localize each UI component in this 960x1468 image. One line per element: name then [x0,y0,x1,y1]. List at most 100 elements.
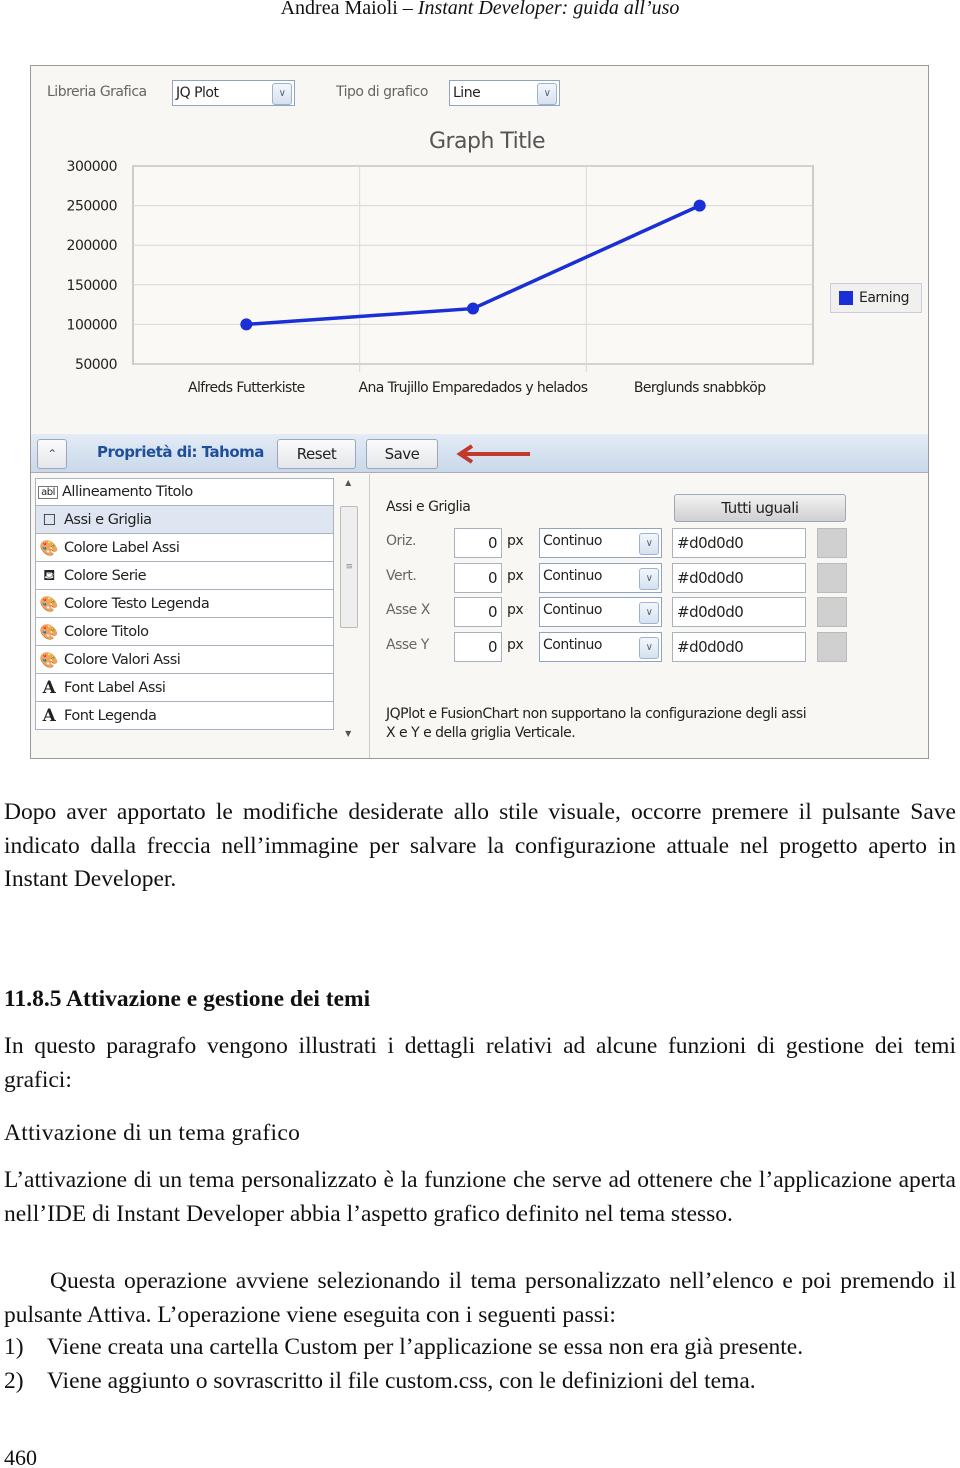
chevron-down-icon[interactable]: ∨ [639,533,659,555]
color-input[interactable]: #d0d0d0 [672,562,806,593]
section-heading: 11.8.5 Attivazione e gestione dei temi [4,986,371,1012]
property-list-item[interactable]: 🎨 Colore Testo Legenda [35,590,334,618]
line-style-value: Continuo [543,533,602,549]
save-button[interactable]: Save [366,439,438,469]
property-list-label: Font Legenda [64,707,157,724]
property-list-label: Allineamento Titolo [62,484,193,500]
property-list-label: Font Label Assi [64,679,166,696]
property-list-item[interactable]: ⛾ Colore Serie [35,562,334,590]
panel-note-line2: X e Y e della griglia Verticale. [386,725,576,741]
chart-title: Graph Title [429,129,545,154]
font-icon: A [42,705,56,726]
chart-type-select[interactable]: Line ∨ [449,80,560,106]
line-style-select[interactable]: Continuo ∨ [539,528,662,558]
property-list-label: Colore Titolo [64,623,149,640]
page-number: 460 [4,1445,37,1468]
paragraph-3: L’attivazione di un tema personalizzato … [4,1167,956,1227]
collapse-icon[interactable]: ⌃ [37,439,67,469]
panel-title: Assi e Griglia [386,499,471,515]
property-list-item[interactable]: 🎨 Colore Titolo [35,618,334,646]
scroll-thumb[interactable]: ≡ [340,506,358,628]
chevron-down-icon[interactable]: ∨ [639,636,659,659]
y-tick-label: 50000 [75,357,117,373]
line-width-input[interactable]: 0 [454,631,502,662]
scroll-up-icon[interactable]: ▲ [338,478,358,487]
color-swatch[interactable] [817,562,847,593]
reset-button[interactable]: Reset [277,439,356,469]
unit-label: px [507,533,524,549]
line-width-input[interactable]: 0 [454,528,502,558]
color-input[interactable]: #d0d0d0 [672,528,806,558]
unit-label: px [507,636,524,653]
list-scrollbar[interactable]: ▲ ≡ ▼ [338,478,358,740]
x-tick-label: Berglunds snabbköp [634,380,766,396]
property-list-item[interactable]: A Font Label Assi [35,674,334,702]
color-swatch[interactable] [817,631,847,662]
chevron-down-icon[interactable]: ∨ [537,83,557,105]
property-list-label: Colore Testo Legenda [64,595,210,612]
data-point [693,199,706,212]
paint-bucket-icon: ⛾ [43,565,55,584]
chart-type-value: Line [453,85,481,101]
data-point [240,318,253,331]
grid-row-label: Oriz. [386,533,416,549]
property-list-item[interactable]: 🎨 Colore Label Assi [35,534,334,562]
line-style-select[interactable]: Continuo ∨ [539,631,662,662]
line-chart: Graph Title 300000 250000 200000 150000 10000… [67,129,814,396]
color-input[interactable]: #d0d0d0 [672,597,806,627]
color-swatch[interactable] [817,528,847,558]
panel-note-line1: JQPlot e FusionChart non supportano la c… [386,706,807,722]
plot-area [132,165,814,365]
header-author: Andrea Maioli [280,0,398,19]
line-style-select[interactable]: Continuo ∨ [539,562,662,593]
library-select[interactable]: JQ Plot ∨ [172,80,295,106]
y-tick-label: 100000 [67,317,117,333]
scroll-down-icon[interactable]: ▼ [338,729,358,738]
palette-icon: 🎨 [39,594,59,613]
chevron-down-icon[interactable]: ∨ [639,567,659,590]
chevron-down-icon[interactable]: ∨ [272,83,292,105]
line-style-select[interactable]: Continuo ∨ [539,597,662,627]
color-input[interactable]: #d0d0d0 [672,631,806,662]
line-width-input[interactable]: 0 [454,597,502,627]
line-width-input[interactable]: 0 [454,562,502,593]
arrow-left-icon [456,444,530,464]
checkbox-icon: ☐ [42,510,56,529]
step-2: 2) Viene aggiunto o sovrascritto il file … [4,1365,956,1399]
palette-icon: 🎨 [39,538,59,557]
unit-label: px [507,602,524,618]
document-page: Andrea Maioli – Instant Developer: guida… [0,0,960,1468]
paragraph-1: Dopo aver apportato le modifiche desider… [4,799,956,892]
paragraph-4: Questa operazione avviene selezionando i… [4,1268,956,1328]
property-list-label: Colore Serie [64,567,147,584]
line-style-value: Continuo [543,567,602,584]
grid-row-label: Asse X [386,602,430,618]
property-list-item[interactable]: A Font Legenda [35,702,334,730]
step-text: Viene aggiunto o sovrascritto il file cu… [47,1368,756,1394]
x-tick-label: Ana Trujillo Emparedados y helados [359,380,588,396]
app-screenshot: Libreria Grafica JQ Plot ∨ Tipo di grafic… [30,65,929,759]
y-tick-label: 200000 [67,238,117,254]
panel-divider [369,474,370,758]
header-book-title: Instant Developer: guida all’uso [417,0,680,19]
toolbar-title: Proprietà di: Tahoma [97,443,264,461]
property-list-item[interactable]: abl Allineamento Titolo [35,478,334,506]
font-icon: A [42,677,56,698]
running-header: Andrea Maioli – Instant Developer: guida… [0,0,960,20]
y-tick-label: 150000 [67,278,117,294]
property-list-label: Colore Valori Assi [64,651,181,668]
chart-legend: Earning [830,283,922,313]
property-list-item[interactable]: 🎨 Colore Valori Assi [35,646,334,674]
step-number: 1) [4,1334,24,1360]
unit-label: px [507,567,524,584]
palette-icon: 🎨 [39,622,59,641]
x-tick-label: Alfreds Futterkiste [188,380,305,396]
line-style-value: Continuo [543,636,602,653]
chevron-down-icon[interactable]: ∨ [639,602,659,624]
grid-row-label: Vert. [386,567,417,584]
all-same-button[interactable]: Tutti uguali [674,494,846,522]
color-swatch[interactable] [817,597,847,627]
library-label: Libreria Grafica [47,84,147,100]
properties-toolbar: ⌃ Proprietà di: Tahoma Reset Save [31,434,928,473]
property-list-item[interactable]: ☐ Assi e Griglia [35,506,334,534]
